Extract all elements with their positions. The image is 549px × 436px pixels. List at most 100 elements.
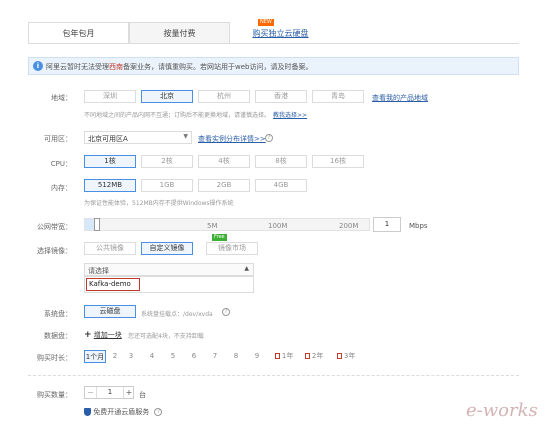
- bandwidth-label: 公网带宽：: [37, 223, 72, 231]
- tab-monthly[interactable]: 包年包月: [28, 22, 129, 44]
- system-disk-help-icon[interactable]: ?: [222, 308, 230, 316]
- bandwidth-tick-5m: 5M: [207, 222, 218, 230]
- system-disk-note: 系统盘挂载点：/dev/xvda: [141, 311, 213, 318]
- region-hongkong[interactable]: 香港: [255, 90, 307, 103]
- quantity-label: 购买数量：: [37, 391, 72, 399]
- duration-3-year-label: 3年: [343, 352, 356, 360]
- duration-5[interactable]: 5: [166, 350, 180, 363]
- help-choose-link[interactable]: 教我选择>>: [273, 112, 307, 119]
- notice-highlight: 西南: [109, 63, 123, 71]
- region-hangzhou[interactable]: 杭州: [198, 90, 250, 103]
- bandwidth-tick-100m: 100M: [268, 222, 288, 230]
- free-badge: Free: [212, 234, 227, 241]
- security-label: 免费开通云盾服务: [93, 408, 150, 416]
- duration-label: 购买时长：: [37, 354, 72, 362]
- image-option-kafka-label: Kafka-demo: [89, 280, 131, 288]
- duration-6[interactable]: 6: [187, 350, 201, 363]
- plus-icon: +: [84, 330, 92, 340]
- shield-icon: [84, 408, 91, 416]
- region-note-text: 不同地域之间的产品内网不互通；订购后不能更换地域，请谨慎选择。: [84, 112, 271, 119]
- discount-icon: [304, 353, 310, 359]
- duration-4[interactable]: 4: [145, 350, 159, 363]
- add-data-disk-label: 增加一块: [93, 331, 122, 339]
- tab-buy-disk-label: 购买独立云硬盘: [252, 29, 309, 38]
- security-service: 免费开通云盾服务 ?: [84, 407, 163, 417]
- instance-distribution-link[interactable]: 查看实例分布详情>>: [198, 134, 266, 144]
- cpu-label: CPU：: [50, 160, 72, 168]
- bandwidth-slider-handle[interactable]: [94, 218, 100, 231]
- image-dropdown-list: Kafka-demo: [84, 276, 254, 293]
- image-tab-custom[interactable]: 自定义镜像: [141, 242, 193, 255]
- zone-select[interactable]: 北京可用区A ▼: [84, 131, 192, 144]
- memory-2gb[interactable]: 2GB: [198, 179, 250, 192]
- quantity-minus-button[interactable]: −: [85, 387, 97, 398]
- duration-1-year[interactable]: 1年: [272, 350, 296, 363]
- quantity-unit: 台: [139, 391, 146, 399]
- quantity-input[interactable]: 1: [97, 387, 123, 398]
- section-divider: [28, 375, 519, 376]
- tab-pay-as-you-go[interactable]: 按量付费: [129, 22, 230, 44]
- quantity-stepper: − 1 +: [84, 386, 134, 399]
- image-label: 选择镜像：: [37, 247, 72, 255]
- image-option-kafka[interactable]: Kafka-demo: [86, 278, 140, 291]
- discount-icon: [274, 353, 280, 359]
- image-tab-market[interactable]: 镜像市场: [206, 242, 258, 255]
- cpu-8[interactable]: 8核: [255, 155, 307, 168]
- duration-3-year[interactable]: 3年: [334, 350, 358, 363]
- notice-text: 阿里云暂时无法受理西南备案业务，请慎重购买。若网站用于web访问，请及时备案。: [46, 62, 312, 72]
- duration-1-year-label: 1年: [281, 352, 294, 360]
- region-shenzhen[interactable]: 深圳: [84, 90, 136, 103]
- memory-note: 为保证性能体验，512MB内存不提供Windows操作系统: [84, 200, 234, 207]
- tab-pay-as-you-go-label: 按量付费: [163, 29, 196, 38]
- cpu-4[interactable]: 4核: [198, 155, 250, 168]
- region-note: 不同地域之间的产品内网不互通；订购后不能更换地域，请谨慎选择。 教我选择>>: [84, 110, 307, 119]
- duration-3[interactable]: 3: [124, 350, 138, 363]
- region-label: 地域：: [51, 94, 72, 102]
- bandwidth-slider-track[interactable]: [84, 218, 370, 231]
- info-icon: i: [33, 61, 43, 71]
- quantity-plus-button[interactable]: +: [123, 387, 134, 398]
- tab-buy-disk[interactable]: 购买独立云硬盘: [230, 22, 331, 44]
- tab-divider: [28, 43, 519, 44]
- discount-icon: [336, 353, 342, 359]
- watermark-logo: e-works: [466, 400, 538, 421]
- image-dropdown-placeholder: 请选择: [88, 267, 109, 275]
- cpu-2[interactable]: 2核: [141, 155, 193, 168]
- duration-2-year[interactable]: 2年: [302, 350, 326, 363]
- duration-1-month[interactable]: 1个月: [84, 350, 106, 363]
- cpu-16[interactable]: 16核: [312, 155, 364, 168]
- security-help-icon[interactable]: ?: [154, 408, 163, 416]
- system-disk-label: 系统盘：: [44, 310, 72, 318]
- bandwidth-unit: Mbps: [409, 222, 428, 230]
- data-disk-label: 数据盘：: [44, 332, 72, 340]
- region-qingdao[interactable]: 青岛: [312, 90, 364, 103]
- data-disk-note: 您还可选配4块，不支持卸载: [128, 333, 204, 340]
- new-badge: NEW: [258, 19, 274, 26]
- zone-label: 可用区：: [44, 135, 72, 143]
- system-disk-cloud[interactable]: 云磁盘: [84, 305, 136, 318]
- memory-label: 内存：: [51, 184, 72, 192]
- duration-1-month-label: 1个月: [85, 353, 105, 361]
- image-tab-public[interactable]: 公共镜像: [84, 242, 136, 255]
- memory-512mb[interactable]: 512MB: [84, 179, 136, 192]
- image-dropdown[interactable]: 请选择 ▲: [84, 263, 254, 276]
- bandwidth-input[interactable]: 1: [373, 217, 401, 232]
- duration-7[interactable]: 7: [208, 350, 222, 363]
- chevron-down-icon: ▼: [183, 133, 188, 140]
- tab-monthly-label: 包年包月: [62, 29, 95, 38]
- memory-1gb[interactable]: 1GB: [141, 179, 193, 192]
- memory-4gb[interactable]: 4GB: [255, 179, 307, 192]
- duration-2-year-label: 2年: [311, 352, 324, 360]
- chevron-up-icon: ▲: [244, 265, 249, 272]
- duration-2[interactable]: 2: [108, 350, 122, 363]
- notice-part2: 备案业务，请慎重购买。若网站用于web访问，请及时备案。: [123, 63, 313, 71]
- my-region-link[interactable]: 查看我的产品地域: [372, 93, 428, 103]
- bandwidth-tick-200m: 200M: [339, 222, 359, 230]
- add-data-disk-button[interactable]: + 增加一块: [84, 330, 122, 340]
- cpu-1[interactable]: 1核: [84, 155, 136, 168]
- help-icon[interactable]: ?: [265, 134, 273, 142]
- duration-8[interactable]: 8: [229, 350, 243, 363]
- region-beijing[interactable]: 北京: [141, 90, 193, 103]
- duration-9[interactable]: 9: [250, 350, 264, 363]
- notice-part1: 阿里云暂时无法受理: [46, 63, 109, 71]
